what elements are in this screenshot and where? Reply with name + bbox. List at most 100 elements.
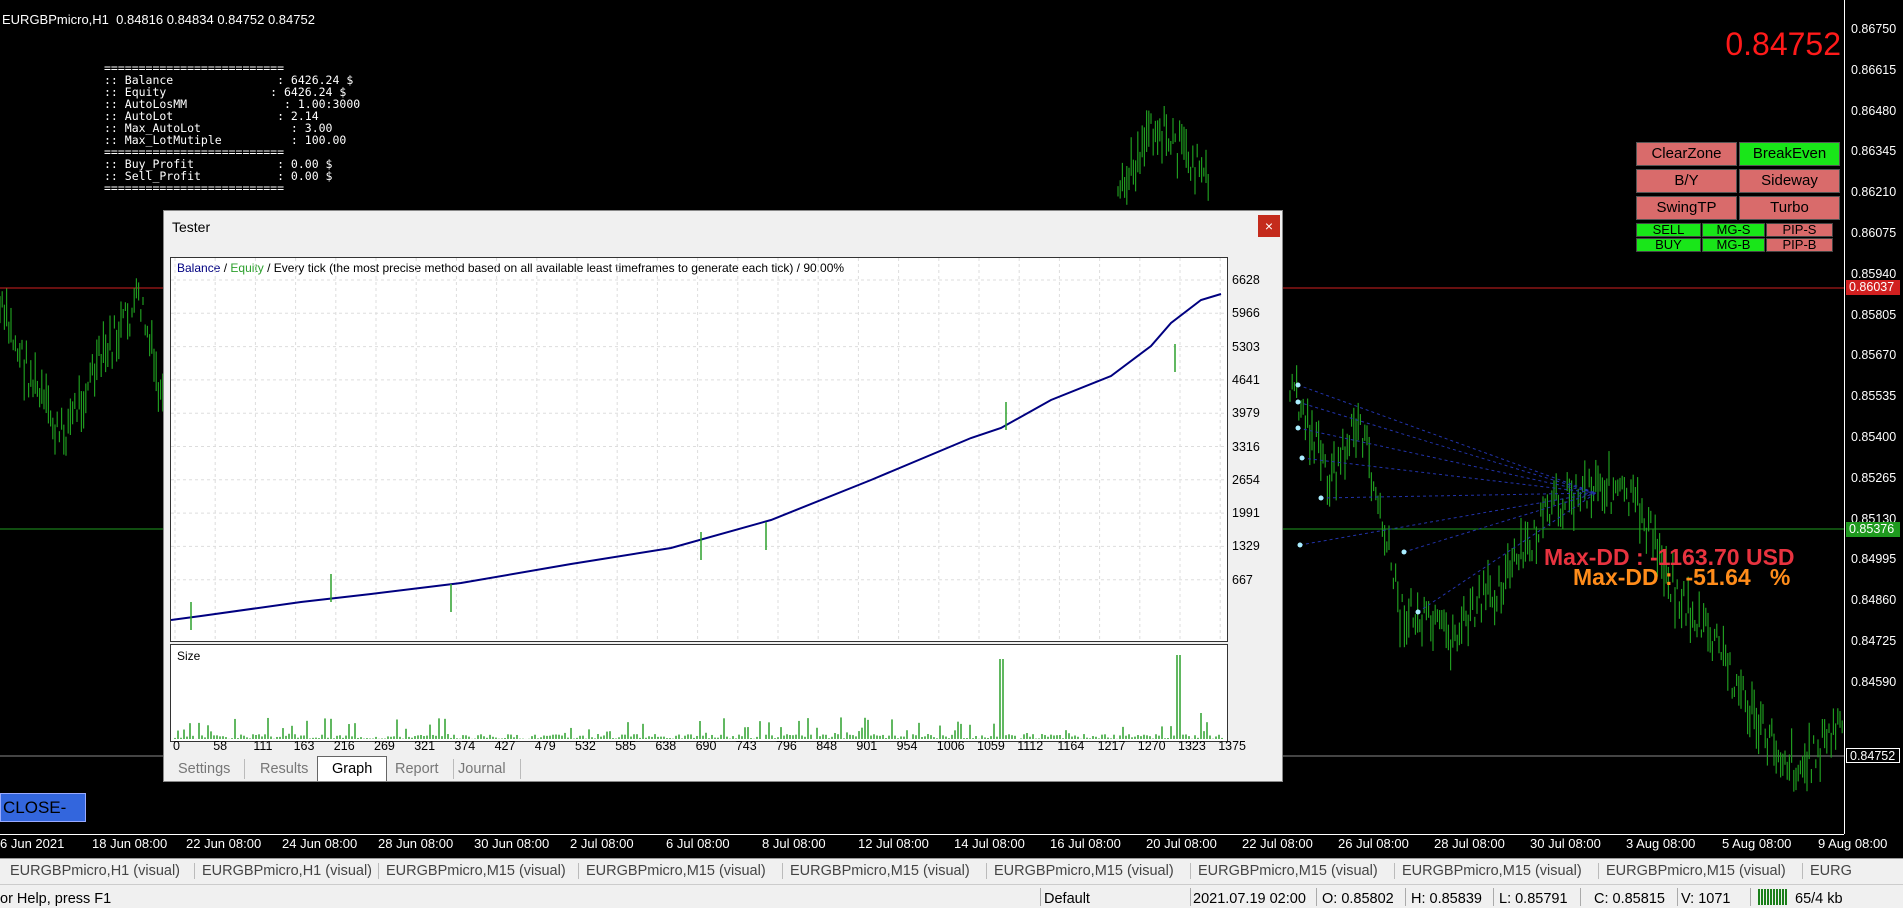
graph-x-label: 0 bbox=[173, 739, 180, 753]
price-level-tag: 0.85376 bbox=[1846, 522, 1900, 537]
graph-y-label: 1991 bbox=[1232, 506, 1260, 521]
tab-graph[interactable]: Graph bbox=[317, 756, 388, 781]
graph-x-label: 1112 bbox=[1017, 739, 1044, 753]
tab-separator bbox=[1190, 863, 1191, 879]
time-scale-label: 18 Jun 08:00 bbox=[92, 836, 168, 851]
mini-button-buy[interactable]: BUY bbox=[1636, 238, 1701, 252]
ea-info-panel: ==========================:: Balance : 6… bbox=[104, 62, 360, 194]
time-scale-label: 12 Jul 08:00 bbox=[858, 836, 929, 851]
price-scale-label: 0.86345 bbox=[1851, 144, 1897, 159]
price-scale-label: 0.85940 bbox=[1851, 266, 1897, 281]
tester-tabs: Settings Results Graph Report Journal bbox=[164, 755, 1282, 781]
time-scale-label: 30 Jul 08:00 bbox=[1530, 836, 1601, 851]
graph-y-label: 4641 bbox=[1232, 372, 1260, 387]
balance-line bbox=[171, 293, 1222, 621]
order-marker bbox=[1297, 542, 1303, 548]
chart-tab[interactable]: EURGBPmicro,H1 (visual) bbox=[10, 863, 180, 879]
close-icon[interactable]: × bbox=[1258, 215, 1280, 237]
status-separator bbox=[1493, 888, 1494, 906]
status-volume: V: 1071 bbox=[1681, 891, 1731, 907]
chart-tab-bar: EURGBPmicro,H1 (visual) EURGBPmicro,H1 (v… bbox=[0, 858, 1903, 884]
time-scale-label: 24 Jun 08:00 bbox=[282, 836, 358, 851]
ea-button-turbo[interactable]: Turbo bbox=[1739, 196, 1840, 220]
chart-tab[interactable]: EURGBPmicro,M15 (visual) bbox=[790, 863, 970, 879]
order-marker bbox=[1295, 425, 1301, 431]
chart-tab[interactable]: EURGBPmicro,M15 (visual) bbox=[994, 863, 1174, 879]
order-marker bbox=[1295, 382, 1301, 388]
graph-x-label: 638 bbox=[655, 739, 677, 753]
chart-tab[interactable]: EURGBPmicro,M15 (visual) bbox=[1198, 863, 1378, 879]
chart-tab[interactable]: EURGBPmicro,H1 (visual) bbox=[202, 863, 372, 879]
status-separator bbox=[1750, 888, 1751, 906]
tab-journal[interactable]: Journal bbox=[444, 759, 521, 779]
status-separator bbox=[1190, 888, 1191, 906]
graph-x-label: 321 bbox=[414, 739, 436, 753]
time-scale-label: 8 Jul 08:00 bbox=[762, 836, 826, 851]
graph-y-label: 3979 bbox=[1232, 406, 1260, 421]
graph-x-label: 163 bbox=[293, 739, 315, 753]
price-chart[interactable]: EURGBPmicro,H1 0.84816 0.84834 0.84752 0… bbox=[0, 0, 1903, 858]
price-scale-label: 0.85400 bbox=[1851, 430, 1897, 444]
time-scale-label: 26 Jul 08:00 bbox=[1338, 836, 1409, 851]
graph-x-label: 1059 bbox=[977, 739, 1005, 753]
chart-tab[interactable]: EURG bbox=[1810, 863, 1852, 879]
mini-button-pip-b[interactable]: PIP-B bbox=[1766, 238, 1833, 252]
time-scale-label: 16 Jul 08:00 bbox=[1050, 836, 1121, 851]
status-separator bbox=[1405, 888, 1406, 906]
price-scale-label: 0.84590 bbox=[1851, 674, 1897, 689]
graph-x-label: 1323 bbox=[1178, 739, 1206, 753]
graph-x-label: 690 bbox=[695, 739, 717, 753]
time-axis-line bbox=[0, 834, 1844, 835]
time-scale-label: 20 Jul 08:00 bbox=[1146, 836, 1217, 851]
status-bar: or Help, press F1 Default 2021.07.19 02:… bbox=[0, 884, 1903, 908]
mini-button-sell[interactable]: SELL bbox=[1636, 223, 1701, 237]
tab-separator bbox=[194, 863, 195, 879]
ea-button-sideway[interactable]: Sideway bbox=[1739, 169, 1840, 193]
graph-x-label: 374 bbox=[454, 739, 476, 753]
time-scale-label: 6 Jun 2021 bbox=[0, 836, 65, 851]
time-scale-label: 28 Jun 08:00 bbox=[378, 836, 454, 851]
time-scale-label: 2 Jul 08:00 bbox=[570, 836, 634, 851]
mini-button-pip-s[interactable]: PIP-S bbox=[1766, 223, 1833, 237]
chart-tab[interactable]: EURGBPmicro,M15 (visual) bbox=[586, 863, 766, 879]
tab-separator bbox=[1394, 863, 1395, 879]
order-marker bbox=[1318, 495, 1324, 501]
time-scale-label: 28 Jul 08:00 bbox=[1434, 836, 1505, 851]
ea-button-breakeven[interactable]: BreakEven bbox=[1739, 142, 1840, 166]
max-drawdown-percent: Max-DD : -51.64 % bbox=[1573, 564, 1791, 590]
close-all-button[interactable]: CLOSE-ALL bbox=[0, 793, 86, 822]
ea-button-swingtp[interactable]: SwingTP bbox=[1636, 196, 1737, 220]
price-scale-label: 0.85535 bbox=[1851, 389, 1897, 404]
chart-tab[interactable]: EURGBPmicro,M15 (visual) bbox=[1606, 863, 1786, 879]
mini-button-mg-s[interactable]: MG-S bbox=[1702, 223, 1765, 237]
connection-bars-icon bbox=[1758, 889, 1788, 905]
symbol-header: EURGBPmicro,H1 0.84816 0.84834 0.84752 0… bbox=[2, 12, 315, 27]
tester-title: Tester bbox=[172, 219, 211, 235]
status-separator bbox=[1040, 888, 1041, 906]
size-bars bbox=[174, 655, 1223, 739]
graph-y-label: 2654 bbox=[1232, 472, 1260, 487]
status-time: 2021.07.19 02:00 bbox=[1193, 891, 1306, 907]
order-marker bbox=[1299, 455, 1305, 461]
price-scale-label: 0.86750 bbox=[1851, 22, 1897, 36]
graph-y-label: 667 bbox=[1232, 572, 1253, 587]
mini-button-mg-b[interactable]: MG-B bbox=[1702, 238, 1765, 252]
graph-y-label: 6628 bbox=[1232, 273, 1260, 287]
status-separator bbox=[1677, 888, 1678, 906]
tab-report[interactable]: Report bbox=[381, 759, 454, 779]
graph-x-label: 269 bbox=[374, 739, 395, 753]
ea-button-clearzone[interactable]: ClearZone bbox=[1636, 142, 1737, 166]
status-profile[interactable]: Default bbox=[1044, 891, 1090, 907]
chart-tab[interactable]: EURGBPmicro,M15 (visual) bbox=[1402, 863, 1582, 879]
status-separator bbox=[1580, 888, 1581, 906]
balance-equity-graph: Balance / Equity / Every tick (the most … bbox=[170, 257, 1228, 642]
graph-x-label: 216 bbox=[333, 739, 355, 753]
tab-separator bbox=[378, 863, 379, 879]
chart-tab[interactable]: EURGBPmicro,M15 (visual) bbox=[386, 863, 566, 879]
tab-settings[interactable]: Settings bbox=[164, 759, 246, 779]
price-scale-label: 0.86480 bbox=[1851, 103, 1897, 118]
tab-results[interactable]: Results bbox=[246, 759, 324, 779]
ea-button-b-y[interactable]: B/Y bbox=[1636, 169, 1737, 193]
status-traffic: 65/4 kb bbox=[1795, 891, 1843, 907]
price-axis[interactable] bbox=[1844, 0, 1903, 834]
